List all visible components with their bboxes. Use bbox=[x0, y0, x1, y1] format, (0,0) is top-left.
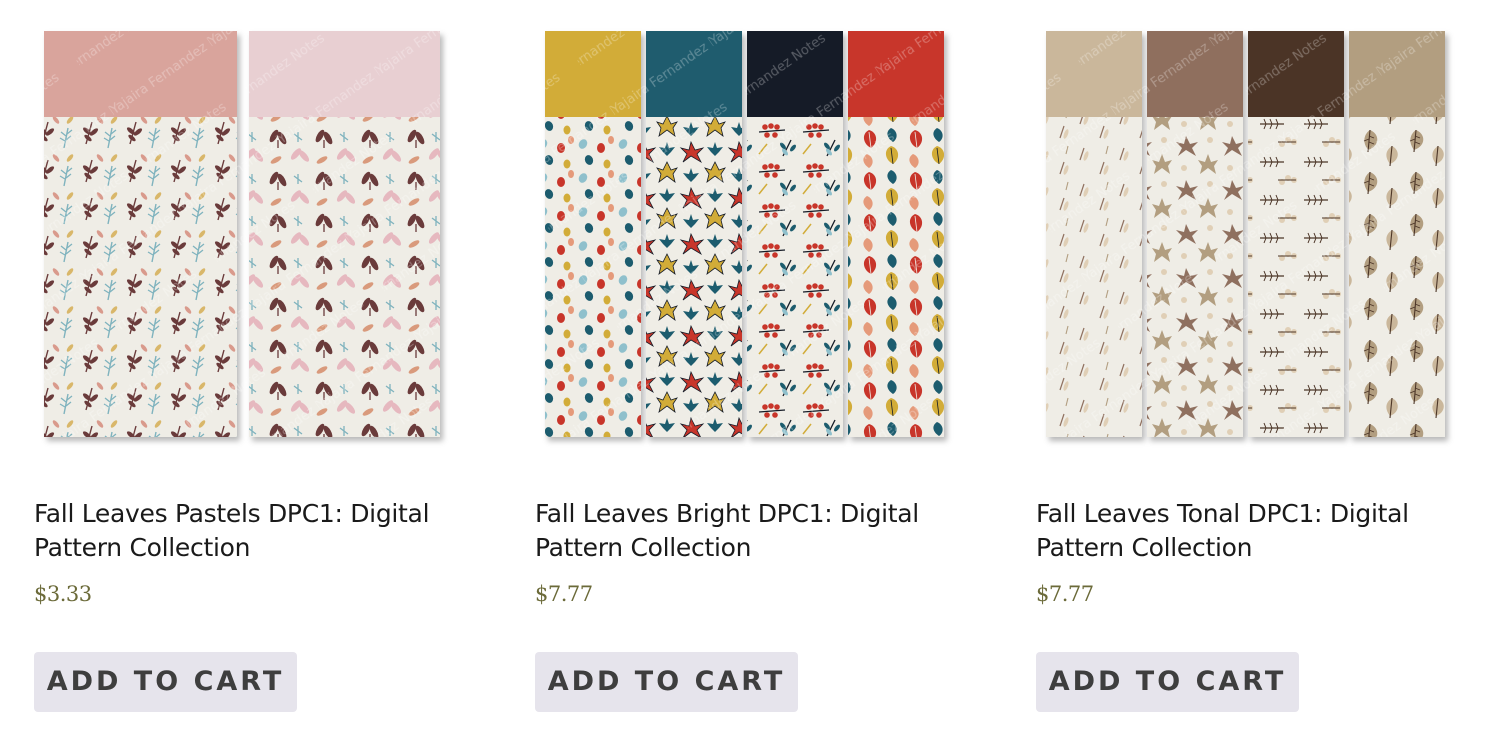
product-price: $7.77 bbox=[535, 582, 593, 606]
product-card: Yajaira Fernandez Notes Yajaira Fernande… bbox=[34, 0, 474, 736]
product-image[interactable]: Yajaira Fernandez Notes Yajaira Fernande… bbox=[1036, 0, 1456, 470]
add-to-cart-button[interactable]: ADD TO CART bbox=[535, 652, 798, 712]
add-to-cart-button[interactable]: ADD TO CART bbox=[34, 652, 297, 712]
product-card: Yajaira Fernandez Notes Yajaira Fernande… bbox=[1036, 0, 1476, 736]
pattern-preview: Yajaira Fernandez Notes Yajaira Fernande… bbox=[1046, 31, 1445, 437]
product-title[interactable]: Fall Leaves Bright DPC1: Digital Pattern… bbox=[535, 497, 955, 565]
product-image[interactable]: Yajaira Fernandez Notes Yajaira Fernande… bbox=[34, 0, 454, 470]
pattern-preview: Yajaira Fernandez Notes Yajaira Fernande… bbox=[545, 31, 944, 437]
product-price: $3.33 bbox=[34, 582, 92, 606]
pattern-preview: Yajaira Fernandez Notes Yajaira Fernande… bbox=[44, 31, 440, 437]
product-image[interactable]: Yajaira Fernandez Notes Yajaira Fernande… bbox=[535, 0, 955, 470]
product-grid: Yajaira Fernandez Notes Yajaira Fernande… bbox=[0, 0, 1486, 736]
product-price: $7.77 bbox=[1036, 582, 1094, 606]
product-card: Yajaira Fernandez Notes Yajaira Fernande… bbox=[535, 0, 975, 736]
product-title[interactable]: Fall Leaves Tonal DPC1: Digital Pattern … bbox=[1036, 497, 1456, 565]
add-to-cart-button[interactable]: ADD TO CART bbox=[1036, 652, 1299, 712]
product-title[interactable]: Fall Leaves Pastels DPC1: Digital Patter… bbox=[34, 497, 454, 565]
